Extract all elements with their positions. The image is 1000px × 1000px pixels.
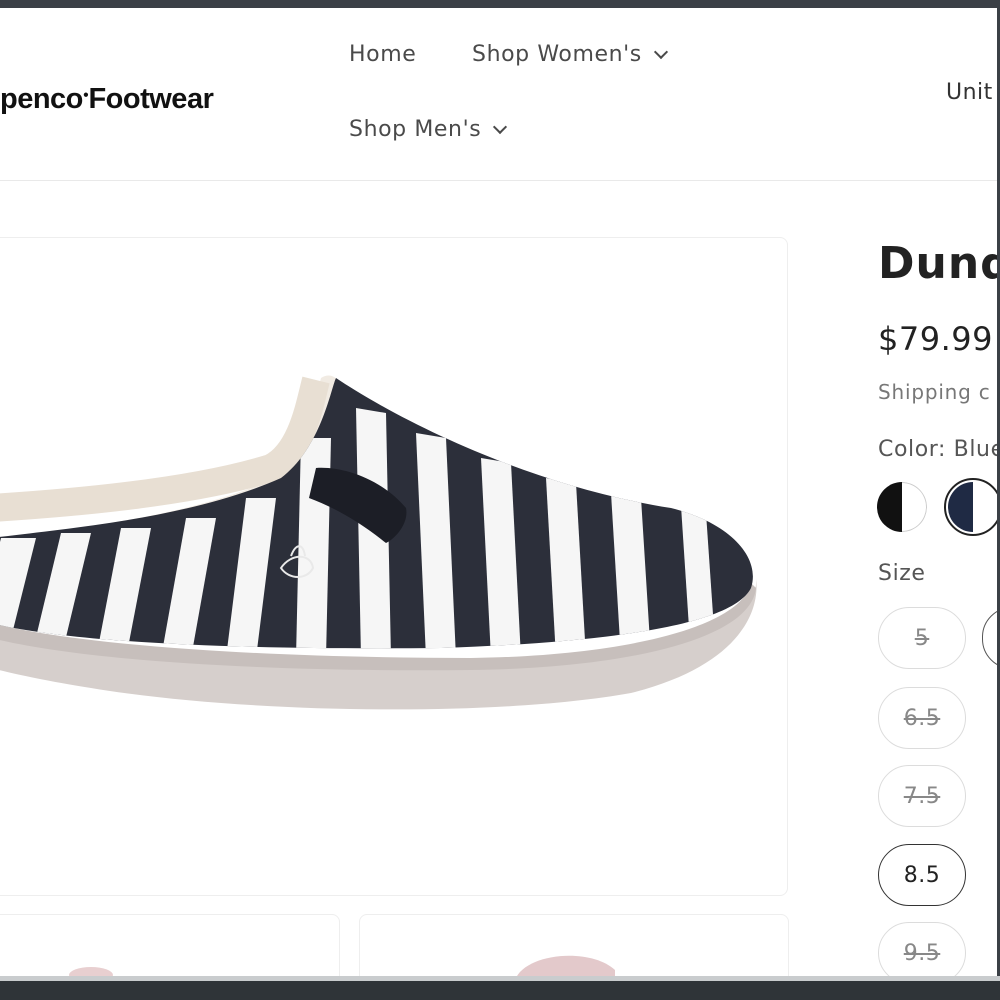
- size-label: Size: [878, 561, 926, 586]
- size-option-6-5[interactable]: 6.5: [878, 687, 966, 749]
- color-swatch-blue-white[interactable]: [948, 482, 998, 532]
- logo-text: penco: [0, 83, 83, 115]
- size-option-8-5[interactable]: 8.5: [878, 844, 966, 906]
- logo-word: Footwear: [88, 83, 214, 115]
- site-header: penco●Footwear Home Shop Women's Shop Me…: [0, 8, 997, 181]
- window-bottom-bar: [0, 976, 1000, 1000]
- nav-shop-men[interactable]: Shop Men's: [349, 117, 508, 142]
- nav-shop-women-label: Shop Women's: [472, 42, 642, 67]
- color-label: Color: Blue: [878, 437, 1000, 462]
- size-option-7-5[interactable]: 7.5: [878, 765, 966, 827]
- size-option-5[interactable]: 5: [878, 607, 966, 669]
- nav-home-label: Home: [349, 42, 417, 67]
- shipping-note: Shipping c: [878, 380, 991, 404]
- brand-logo[interactable]: penco●Footwear: [0, 83, 214, 116]
- slipper-image: [0, 375, 757, 710]
- product-price: $79.99: [878, 320, 993, 358]
- product-title: Dund: [878, 238, 1000, 289]
- chevron-down-icon: [653, 44, 668, 59]
- color-swatch-black-white[interactable]: [877, 482, 927, 532]
- window-top-bar: [0, 0, 1000, 8]
- nav-home[interactable]: Home: [349, 42, 416, 67]
- country-selector[interactable]: Unit: [946, 80, 993, 105]
- size-option-9-5[interactable]: 9.5: [878, 922, 966, 984]
- nav-shop-men-label: Shop Men's: [349, 117, 482, 142]
- nav-shop-women[interactable]: Shop Women's: [472, 42, 668, 67]
- product-main-image[interactable]: [0, 237, 788, 896]
- chevron-down-icon: [493, 119, 508, 134]
